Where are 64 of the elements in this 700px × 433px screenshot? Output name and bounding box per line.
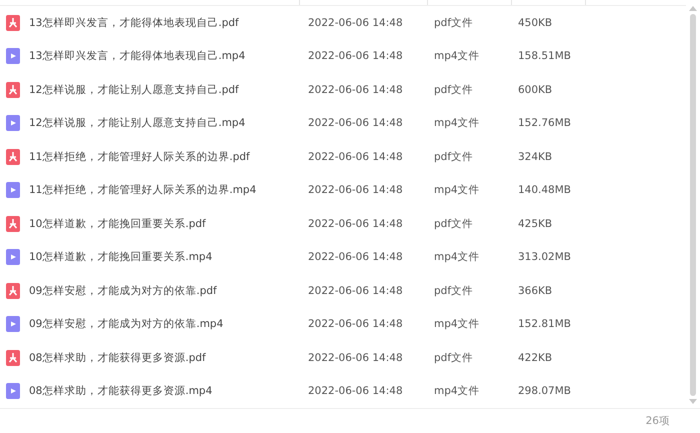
file-size: 152.76MB	[517, 117, 572, 130]
file-name[interactable]: 13怎样即兴发言，才能得体地表现自己.pdf	[29, 16, 239, 30]
file-type: pdf文件	[433, 82, 474, 97]
file-size: 450KB	[517, 16, 554, 29]
file-name[interactable]: 12怎样说服，才能让别人愿意支持自己.pdf	[29, 82, 239, 97]
modified-date: 2022-06-06 14:48	[307, 385, 404, 398]
scrollbar-thumb[interactable]	[690, 14, 696, 396]
file-type: pdf文件	[433, 284, 474, 298]
video-file-icon	[6, 182, 20, 198]
video-file-icon	[6, 249, 20, 266]
file-size: 366KB	[517, 284, 554, 297]
modified-date: 2022-06-06 14:48	[307, 352, 404, 364]
item-count: 26项	[646, 414, 670, 428]
file-type: mp4文件	[433, 183, 481, 198]
file-name[interactable]: 12怎样说服，才能让别人愿意支持自己.mp4	[29, 116, 246, 130]
file-type: pdf文件	[433, 216, 474, 231]
file-name[interactable]: 11怎样拒绝，才能管理好人际关系的边界.pdf	[29, 150, 250, 164]
modified-date: 2022-06-06 14:48	[307, 318, 404, 330]
modified-date: 2022-06-06 14:48	[307, 251, 404, 264]
file-type: mp4文件	[433, 250, 481, 264]
pdf-file-icon	[6, 82, 20, 98]
file-size: 324KB	[517, 150, 554, 163]
file-type: mp4文件	[433, 116, 481, 130]
modified-date: 2022-06-06 14:48	[307, 50, 404, 62]
modified-date: 2022-06-06 14:48	[307, 117, 404, 130]
modified-date: 2022-06-06 14:48	[307, 84, 404, 96]
modified-date: 2022-06-06 14:48	[307, 218, 404, 230]
file-size: 140.48MB	[517, 184, 572, 196]
file-size: 158.51MB	[517, 50, 572, 62]
modified-date: 2022-06-06 14:48	[307, 150, 404, 163]
video-file-icon	[6, 383, 20, 400]
file-size: 152.81MB	[517, 318, 572, 330]
pdf-file-icon	[6, 350, 20, 366]
file-type: pdf文件	[433, 350, 474, 365]
modified-date: 2022-06-06 14:48	[307, 184, 404, 196]
modified-date: 2022-06-06 14:48	[307, 284, 404, 297]
scroll-down-icon[interactable]	[689, 399, 697, 404]
file-name[interactable]: 11怎样拒绝，才能管理好人际关系的边界.mp4	[29, 183, 256, 198]
file-type: mp4文件	[433, 384, 481, 398]
pdf-file-icon	[6, 216, 20, 232]
scroll-up-icon[interactable]	[689, 6, 697, 11]
file-type: pdf文件	[433, 150, 474, 164]
file-size: 422KB	[517, 352, 554, 364]
video-file-icon	[6, 115, 20, 132]
pdf-file-icon	[6, 282, 20, 299]
pdf-file-icon	[6, 14, 20, 31]
file-type: mp4文件	[433, 317, 481, 332]
modified-date: 2022-06-06 14:48	[307, 16, 404, 29]
file-name[interactable]: 09怎样安慰，才能成为对方的依靠.mp4	[29, 317, 224, 332]
file-name[interactable]: 08怎样求助，才能获得更多资源.mp4	[29, 384, 212, 398]
file-name[interactable]: 10怎样道歉，才能挽回重要关系.mp4	[29, 250, 212, 264]
file-type: mp4文件	[433, 49, 481, 64]
file-name[interactable]: 10怎样道歉，才能挽回重要关系.pdf	[29, 216, 206, 231]
file-size: 425KB	[517, 218, 554, 230]
file-size: 298.07MB	[517, 385, 572, 398]
file-name[interactable]: 08怎样求助，才能获得更多资源.pdf	[29, 350, 206, 365]
pdf-file-icon	[6, 148, 20, 165]
file-size: 313.02MB	[517, 251, 572, 264]
file-name[interactable]: 09怎样安慰，才能成为对方的依靠.pdf	[29, 284, 217, 298]
video-file-icon	[6, 48, 20, 64]
file-type: pdf文件	[433, 16, 474, 30]
file-name[interactable]: 13怎样即兴发言，才能得体地表现自己.mp4	[29, 49, 246, 64]
video-file-icon	[6, 316, 20, 332]
file-size: 600KB	[517, 84, 554, 96]
